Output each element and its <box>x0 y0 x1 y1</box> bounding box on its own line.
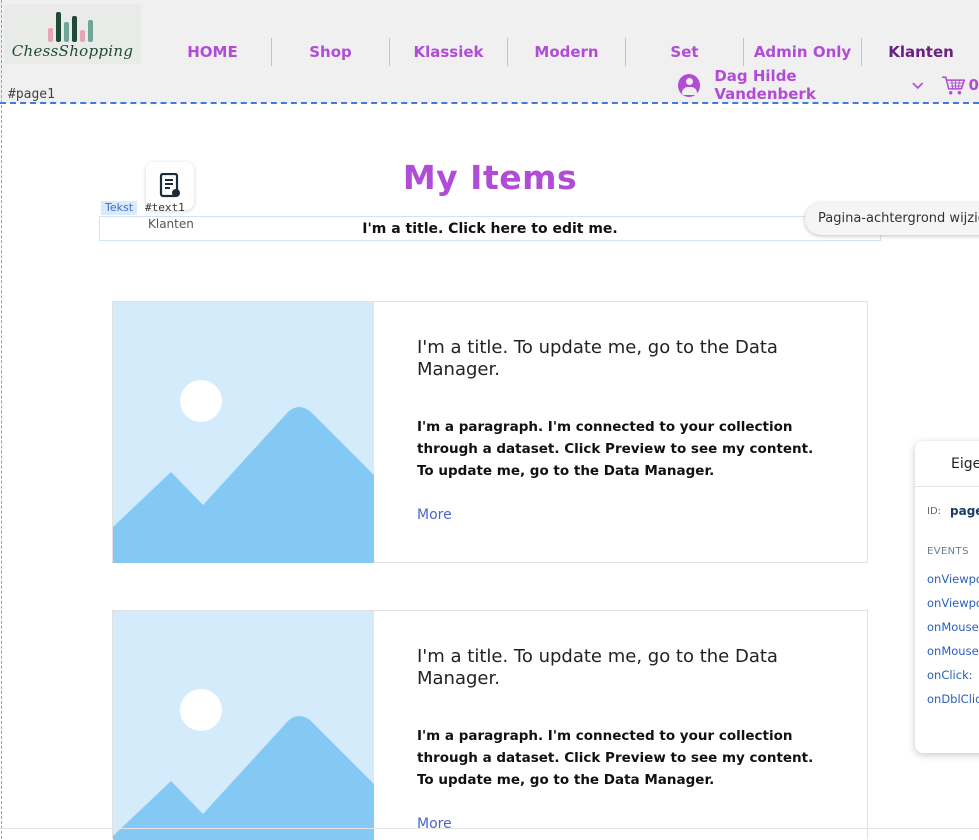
user-menu[interactable]: Dag Hilde Vandenberk 0 <box>678 67 979 103</box>
chevron-down-icon[interactable] <box>910 77 926 93</box>
page-id-tag: #page1 <box>5 87 58 102</box>
properties-panel: Eigenschappen ID: page1 EVENTS onViewpor… <box>915 441 979 753</box>
event-handler[interactable]: onViewportLeave <box>927 596 979 610</box>
logo-bar <box>48 28 53 42</box>
nav-item-set[interactable]: Set <box>626 38 744 66</box>
panel-title: Eigenschappen <box>915 441 979 487</box>
document-icon <box>159 173 180 198</box>
list-item[interactable]: I'm a title. To update me, go to the Dat… <box>112 610 868 840</box>
header-divider <box>0 102 979 104</box>
card-paragraph[interactable]: I'm a paragraph. I'm connected to your c… <box>417 416 827 482</box>
event-handler[interactable]: onDblClick <box>927 692 979 706</box>
more-link[interactable]: More <box>417 816 452 832</box>
nav-item-shop[interactable]: Shop <box>272 38 390 66</box>
bottom-divider <box>0 828 979 829</box>
element-type-tag: Tekst <box>101 201 138 215</box>
nav-item-home[interactable]: HOME <box>154 38 272 66</box>
id-value[interactable]: page1 <box>950 504 979 518</box>
logo-bar <box>88 20 93 42</box>
list-item[interactable]: I'm a title. To update me, go to the Dat… <box>112 301 868 563</box>
nav-item-klanten[interactable]: Klanten <box>862 38 979 66</box>
event-handler[interactable]: onClick: <box>927 668 973 682</box>
ghost-label: Klanten <box>148 217 194 231</box>
main-nav: HOME Shop Klassiek Modern Set Admin Only… <box>154 38 979 66</box>
logo[interactable]: ChessShopping <box>4 4 141 64</box>
card-paragraph[interactable]: I'm a paragraph. I'm connected to your c… <box>417 725 827 791</box>
card-title[interactable]: I'm a title. To update me, go to the Dat… <box>417 646 797 690</box>
id-label: ID: <box>927 506 942 517</box>
placeholder-image-icon[interactable] <box>113 611 374 840</box>
more-link[interactable]: More <box>417 507 452 523</box>
title-text-element[interactable]: I'm a title. Click here to edit me. <box>99 216 881 241</box>
element-id-tag: #text1 <box>145 201 185 214</box>
page-title[interactable]: My Items <box>380 158 600 197</box>
cart-icon[interactable] <box>941 74 966 96</box>
logo-bar <box>56 12 61 42</box>
placeholder-image-icon[interactable] <box>113 302 374 563</box>
user-avatar-icon[interactable] <box>678 73 701 97</box>
event-handler[interactable]: onMouseOut <box>927 644 979 658</box>
change-background-button[interactable]: Pagina-achtergrond wijzigen <box>805 203 979 235</box>
logo-bar <box>72 16 77 42</box>
user-name[interactable]: Dag Hilde Vandenberk <box>714 67 897 103</box>
cart-count[interactable]: 0 <box>969 76 979 94</box>
event-handler[interactable]: onViewportEnter <box>927 572 979 586</box>
nav-item-admin-only[interactable]: Admin Only <box>744 38 862 66</box>
page-boundary <box>1 0 2 839</box>
logo-text: ChessShopping <box>11 42 134 60</box>
nav-item-modern[interactable]: Modern <box>508 38 626 66</box>
nav-item-klassiek[interactable]: Klassiek <box>390 38 508 66</box>
logo-bar <box>80 30 85 42</box>
site-header: ChessShopping HOME Shop Klassiek Modern … <box>0 0 979 103</box>
event-handler[interactable]: onMouseIn <box>927 620 979 634</box>
events-label: EVENTS <box>927 546 969 557</box>
logo-bar <box>64 22 69 42</box>
card-title[interactable]: I'm a title. To update me, go to the Dat… <box>417 337 797 381</box>
